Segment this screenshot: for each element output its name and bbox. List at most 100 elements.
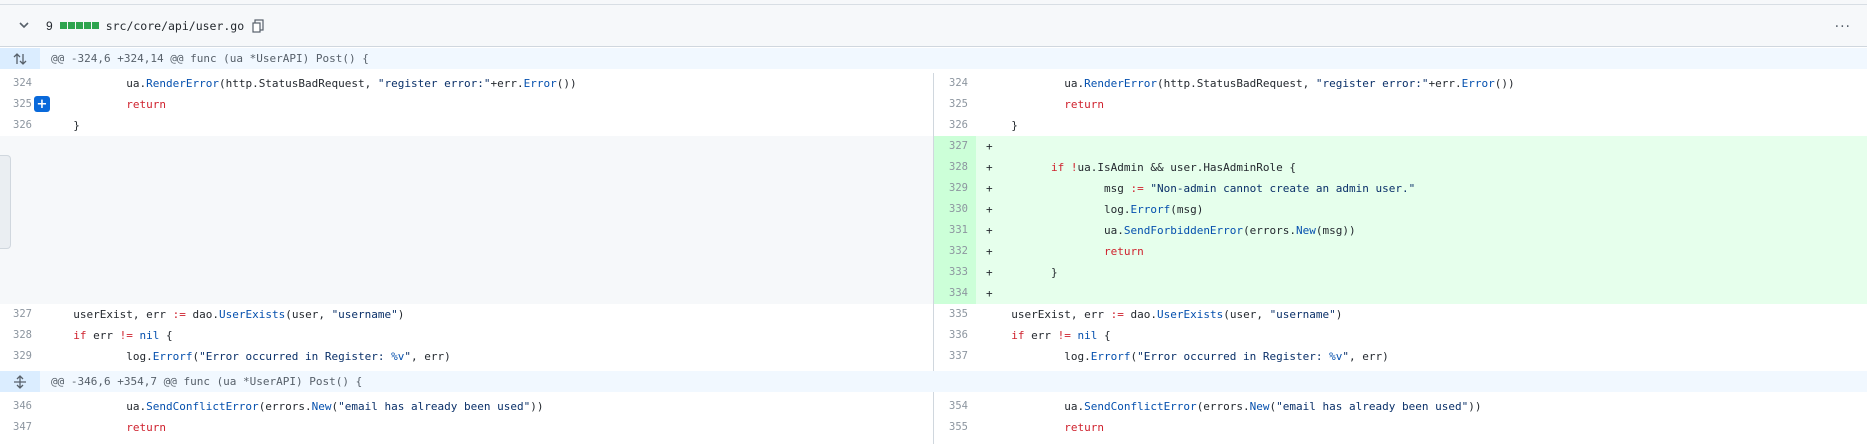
line-number[interactable]: 329 [934, 178, 976, 199]
code-line: log.Errorf("Error occurred in Register: … [60, 350, 451, 363]
plus-marker: + [986, 224, 993, 237]
code-line: return [1064, 98, 1104, 111]
side-handle[interactable] [0, 155, 11, 249]
hunk-header-text: @@ -324,6 +324,14 @@ func (ua *UserAPI) … [51, 52, 369, 65]
code-line: return [1064, 421, 1104, 434]
empty-cell [0, 283, 933, 304]
code-line: ua.RenderError(http.StatusBadRequest, "r… [60, 77, 577, 90]
diff-row: 324 ua.RenderError(http.StatusBadRequest… [0, 73, 1867, 94]
line-number[interactable]: 336 [934, 325, 976, 346]
line-number[interactable]: 324 [934, 73, 976, 94]
change-count: 9 [46, 18, 53, 33]
added-row: 327 + [0, 136, 1867, 157]
copy-icon[interactable] [252, 18, 264, 33]
diff-row: 329 log.Errorf("Error occurred in Regist… [0, 346, 1867, 367]
code-line: } [998, 266, 1058, 279]
diff-row: 326 } 326 } [0, 115, 1867, 136]
kebab-icon[interactable]: ··· [1835, 19, 1851, 35]
line-number[interactable]: 334 [934, 283, 976, 304]
code-line: return [126, 421, 166, 434]
code-line: } [998, 119, 1018, 132]
code-line: log.Errorf(msg) [998, 203, 1204, 216]
code-line: if err != nil { [73, 329, 173, 342]
line-number[interactable]: 346 [0, 396, 40, 417]
empty-cell [0, 157, 933, 178]
line-number[interactable]: 327 [0, 304, 40, 325]
code-line: ua.SendForbiddenError(errors.New(msg)) [998, 224, 1356, 237]
diffstat-block [83, 22, 91, 29]
diffstat [59, 22, 99, 29]
plus-marker: + [986, 203, 993, 216]
plus-marker: + [986, 266, 993, 279]
line-number[interactable]: 326 [934, 115, 976, 136]
plus-marker: + [986, 140, 993, 153]
add-comment-button[interactable]: + [34, 96, 50, 112]
added-row: 329 + msg := "Non-admin cannot create an … [0, 178, 1867, 199]
diffstat-block [75, 22, 83, 29]
line-number[interactable]: 327 [934, 136, 976, 157]
added-row: 332 + return [0, 241, 1867, 262]
line-number[interactable]: 331 [934, 220, 976, 241]
empty-cell [0, 199, 933, 220]
file-header: 9 src/core/api/user.go ··· [0, 5, 1867, 47]
line-number[interactable]: 333 [934, 262, 976, 283]
code-line: return [1103, 245, 1144, 258]
plus-marker: + [986, 245, 993, 258]
code-line: log.Errorf("Error occurred in Register: … [998, 350, 1389, 363]
hunk-header: @@ -346,6 +354,7 @@ func (ua *UserAPI) P… [0, 371, 1867, 392]
line-number[interactable]: 328 [0, 325, 40, 346]
line-number[interactable]: 330 [934, 199, 976, 220]
code-line: msg := "Non-admin cannot create an admin… [998, 182, 1416, 195]
diff-row: 327 userExist, err := dao.UserExists(use… [0, 304, 1867, 325]
file-path[interactable]: src/core/api/user.go [106, 19, 244, 33]
plus-marker: + [986, 161, 993, 174]
line-number[interactable]: 332 [934, 241, 976, 262]
added-row: 334 + [0, 283, 1867, 304]
added-row: 331 + ua.SendForbiddenError(errors.New(ms… [0, 220, 1867, 241]
added-row: 333 + } [0, 262, 1867, 283]
expand-icon[interactable] [0, 371, 40, 392]
added-row: 330 + log.Errorf(msg) [0, 199, 1867, 220]
line-number[interactable]: 355 [934, 417, 976, 438]
line-number[interactable]: 324 [0, 73, 40, 94]
added-bg [934, 283, 1867, 304]
code-line: if err != nil { [1011, 329, 1111, 342]
diff-row: 347 return 355 return [0, 417, 1867, 438]
diff-row: 328 if err != nil { 336 if err != nil { [0, 325, 1867, 346]
line-number[interactable]: 328 [934, 157, 976, 178]
added-bg [934, 136, 1867, 157]
hunk-header: @@ -324,6 +324,14 @@ func (ua *UserAPI) … [0, 48, 1867, 69]
empty-cell [0, 136, 933, 157]
line-number[interactable]: 354 [934, 396, 976, 417]
line-number[interactable]: 325 [934, 94, 976, 115]
empty-cell [0, 241, 933, 262]
code-line: } [60, 119, 80, 132]
diffstat-block [67, 22, 75, 29]
code-line: userExist, err := dao.UserExists(user, "… [998, 308, 1343, 321]
line-number[interactable]: 335 [934, 304, 976, 325]
line-number[interactable]: 329 [0, 346, 40, 367]
diffstat-block [91, 22, 99, 29]
diffstat-block [59, 22, 67, 29]
hunk-header-text: @@ -346,6 +354,7 @@ func (ua *UserAPI) P… [51, 375, 363, 388]
code-line: userExist, err := dao.UserExists(user, "… [60, 308, 405, 321]
added-row: 328 + if !ua.IsAdmin && user.HasAdminRole… [0, 157, 1867, 178]
line-number[interactable]: 326 [0, 115, 40, 136]
plus-marker: + [986, 182, 993, 195]
line-number[interactable]: 347 [0, 417, 40, 438]
code-line: return [126, 98, 166, 111]
code-line: ua.SendConflictError(errors.New("email h… [60, 400, 544, 413]
line-number[interactable]: 337 [934, 346, 976, 367]
empty-cell [0, 178, 933, 199]
diff-row: 325 + return 325 return [0, 94, 1867, 115]
plus-marker: + [986, 287, 993, 300]
empty-cell [0, 262, 933, 283]
chevron-down-icon[interactable] [18, 20, 30, 32]
expand-up-down-icon[interactable] [0, 48, 40, 69]
diff-row: 346 ua.SendConflictError(errors.New("ema… [0, 396, 1867, 417]
code-line: ua.SendConflictError(errors.New("email h… [998, 400, 1482, 413]
code-line: ua.RenderError(http.StatusBadRequest, "r… [998, 77, 1515, 90]
added-bg [934, 262, 1867, 283]
code-line: if !ua.IsAdmin && user.HasAdminRole { [1050, 161, 1297, 174]
empty-cell [0, 220, 933, 241]
